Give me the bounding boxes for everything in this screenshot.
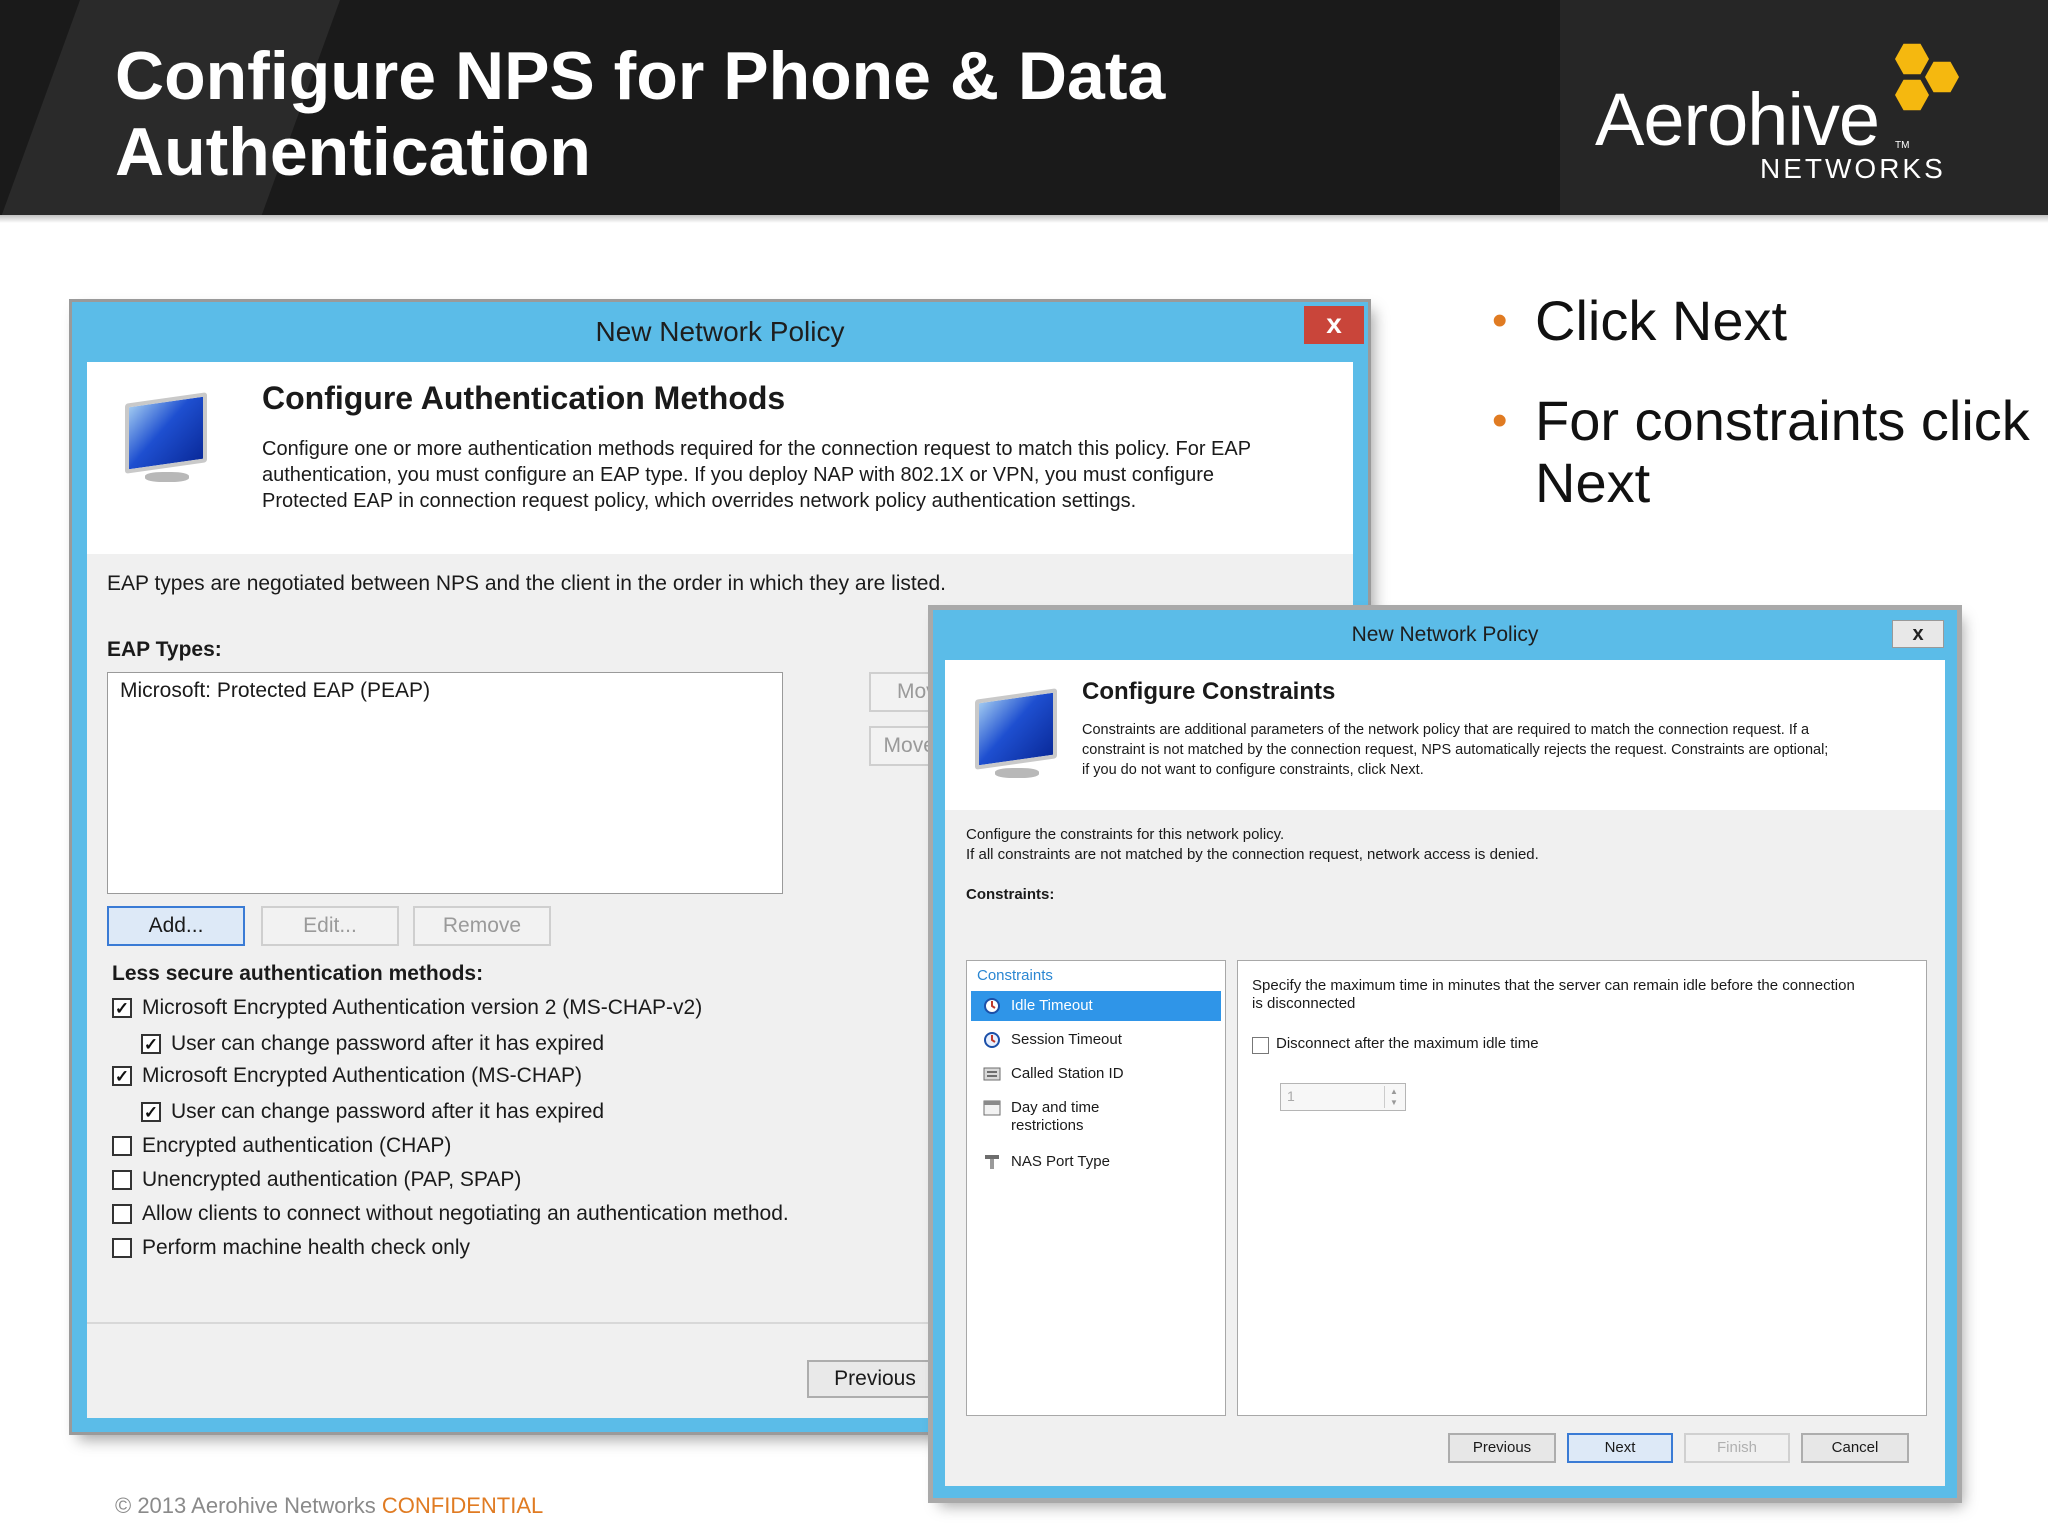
edit-eap-button[interactable]: Edit... — [261, 906, 399, 946]
called-station-icon — [983, 1065, 1001, 1083]
remove-eap-button[interactable]: Remove — [413, 906, 551, 946]
idle-timeout-description-line2: is disconnected — [1252, 995, 1356, 1012]
constraints-tree[interactable]: Constraints Idle Timeout Session Timeout… — [966, 960, 1226, 1416]
footer-confidential: CONFIDENTIAL — [381, 1493, 544, 1518]
previous-button[interactable]: Previous — [807, 1360, 943, 1398]
computer-monitor-icon — [117, 392, 217, 492]
bullet-item: • Click Next — [1490, 290, 2030, 352]
constraints-intro-line2: If all constraints are not matched by th… — [966, 846, 1539, 863]
header-divider — [0, 215, 2048, 223]
dialog-header: Configure Constraints Constraints are ad… — [945, 660, 1945, 810]
slide-title-line2: Authentication — [115, 114, 591, 190]
page-heading: Configure Authentication Methods — [262, 380, 786, 416]
bullet-text: For constraints click Next — [1535, 389, 2030, 514]
aerohive-logo: Aerohive TM NETWORKS — [1595, 40, 2015, 200]
constraint-settings-panel: Specify the maximum time in minutes that… — [1237, 960, 1927, 1416]
add-eap-button[interactable]: Add... — [107, 906, 245, 946]
idle-timeout-icon — [983, 997, 1001, 1015]
checkbox-checked-icon[interactable]: ✓ — [112, 998, 132, 1018]
dialog-body: Configure Constraints Constraints are ad… — [945, 660, 1945, 1486]
dialog-title: New Network Policy — [1351, 623, 1539, 646]
tree-item-idle-timeout[interactable]: Idle Timeout — [971, 991, 1221, 1021]
constraints-intro-line1: Configure the constraints for this netwo… — [966, 826, 1285, 843]
bullet-item: • For constraints click Next — [1490, 390, 2030, 514]
logo-trademark: TM — [1895, 140, 1910, 151]
bullet-list: • Click Next • For constraints click Nex… — [1490, 290, 2030, 552]
tree-item-called-station-id[interactable]: Called Station ID — [971, 1059, 1221, 1089]
computer-monitor-icon — [967, 688, 1067, 788]
checkbox-unchecked-icon[interactable] — [112, 1238, 132, 1258]
page-heading: Configure Constraints — [1082, 678, 1336, 705]
dialog-title: New Network Policy — [595, 316, 845, 347]
stepper-value[interactable]: 1 — [1287, 1088, 1295, 1104]
network-policy-dialog-constraints: New Network Policy x Configure Constrain… — [933, 610, 1957, 1498]
bullet-dot-icon: • — [1492, 296, 1508, 345]
checkbox-unchecked-icon[interactable] — [112, 1136, 132, 1156]
slide-title: Configure NPS for Phone & Data Authentic… — [115, 38, 1165, 190]
tree-root-constraints[interactable]: Constraints — [977, 967, 1053, 984]
eap-types-list[interactable]: Microsoft: Protected EAP (PEAP) — [107, 672, 783, 894]
tree-item-day-time[interactable]: Day and time restrictions — [971, 1093, 1221, 1139]
bullet-text: Click Next — [1535, 289, 1788, 352]
page-description: Configure one or more authentication met… — [262, 438, 1252, 512]
logo-hex-icon — [1925, 61, 1959, 93]
logo-hex-icon — [1895, 79, 1929, 111]
bullet-dot-icon: • — [1492, 396, 1508, 445]
stepper-arrows-icon[interactable]: ▲ ▼ — [1384, 1086, 1403, 1108]
idle-minutes-stepper[interactable]: 1 ▲ ▼ — [1280, 1083, 1406, 1111]
calendar-icon — [983, 1099, 1001, 1117]
footer-copyright: © 2013 Aerohive Networks — [115, 1493, 382, 1518]
tree-item-session-timeout[interactable]: Session Timeout — [971, 1025, 1221, 1055]
dialog-header: Configure Authentication Methods Configu… — [87, 362, 1353, 554]
checkbox-unchecked-icon[interactable] — [112, 1204, 132, 1224]
slide-title-line1: Configure NPS for Phone & Data — [115, 38, 1166, 114]
checkbox-unchecked-icon[interactable] — [1252, 1037, 1269, 1054]
checkbox-checked-icon[interactable]: ✓ — [141, 1102, 161, 1122]
constraints-label: Constraints: — [966, 886, 1055, 903]
nas-port-icon — [983, 1153, 1001, 1171]
logo-wordmark: Aerohive — [1595, 78, 1880, 161]
cancel-button[interactable]: Cancel — [1801, 1433, 1909, 1463]
page-description: Constraints are additional parameters of… — [1082, 722, 1829, 778]
checkbox-checked-icon[interactable]: ✓ — [112, 1066, 132, 1086]
idle-timeout-description-line1: Specify the maximum time in minutes that… — [1252, 977, 1855, 994]
list-item[interactable]: Microsoft: Protected EAP (PEAP) — [120, 679, 430, 703]
eap-types-label: EAP Types: — [107, 638, 222, 661]
slide-header: Configure NPS for Phone & Data Authentic… — [0, 0, 2048, 215]
logo-subtitle: NETWORKS — [1760, 153, 1946, 184]
finish-button[interactable]: Finish — [1684, 1433, 1790, 1463]
checkbox-checked-icon[interactable]: ✓ — [141, 1034, 161, 1054]
close-button[interactable]: x — [1892, 620, 1944, 648]
slide-footer: © 2013 Aerohive Networks CONFIDENTIAL — [115, 1493, 543, 1519]
session-timeout-icon — [983, 1031, 1001, 1049]
checkbox-unchecked-icon[interactable] — [112, 1170, 132, 1190]
eap-note: EAP types are negotiated between NPS and… — [107, 572, 946, 595]
close-button[interactable]: x — [1304, 306, 1364, 344]
less-secure-methods-label: Less secure authentication methods: — [112, 962, 484, 985]
logo-hex-icon — [1895, 43, 1929, 75]
next-button[interactable]: Next — [1567, 1433, 1673, 1463]
tree-item-nas-port-type[interactable]: NAS Port Type — [971, 1147, 1221, 1177]
previous-button[interactable]: Previous — [1448, 1433, 1556, 1463]
